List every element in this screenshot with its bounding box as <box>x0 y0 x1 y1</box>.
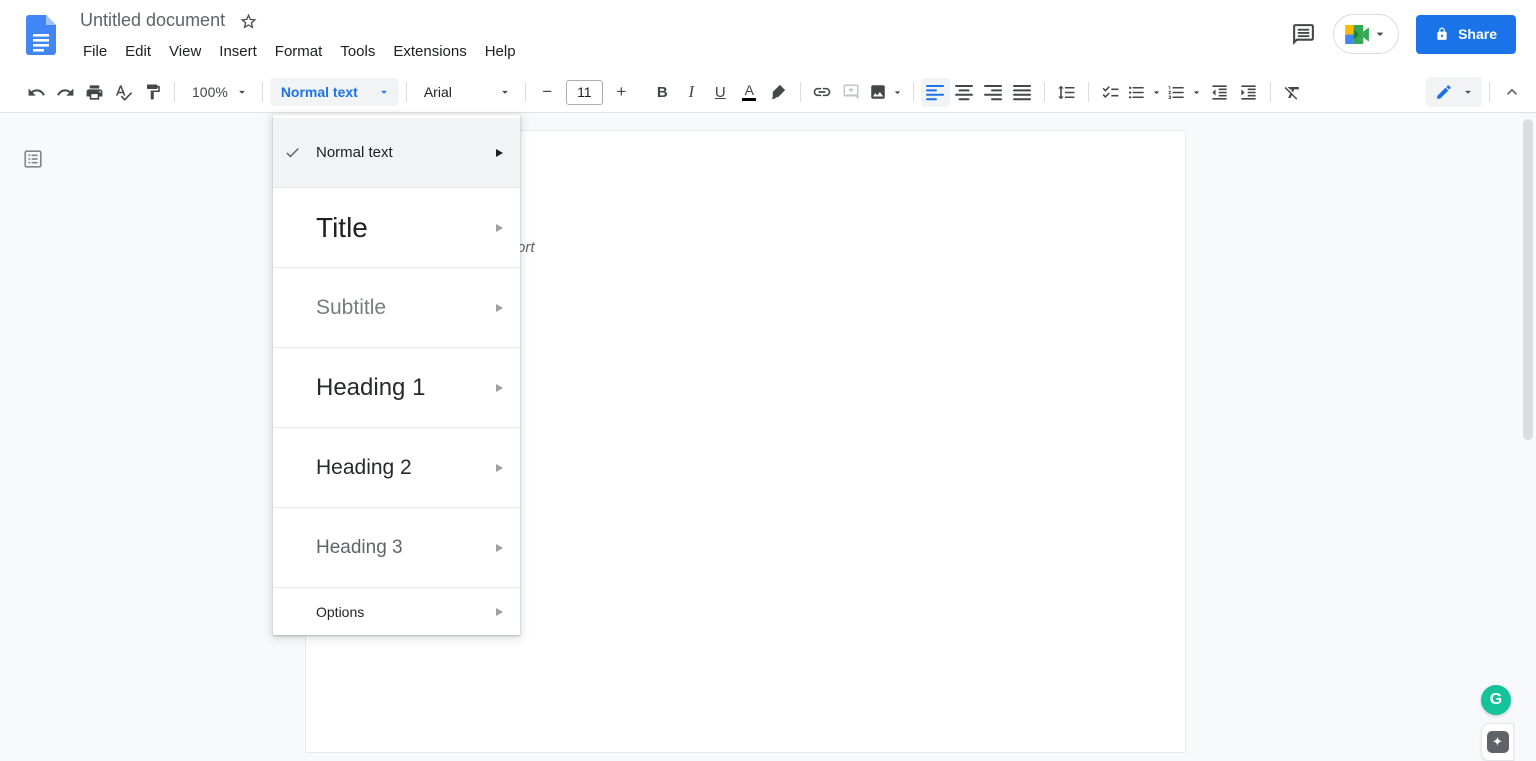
vertical-scrollbar-thumb[interactable] <box>1523 119 1533 440</box>
chevron-down-icon <box>895 90 901 94</box>
styles-menu-item-normal-text[interactable]: Normal text <box>273 118 520 187</box>
menu-file[interactable]: File <box>74 40 116 63</box>
editor-canvas: ort G ✦ Normal text Title Subtitle Headi… <box>0 113 1536 761</box>
clear-formatting-icon[interactable] <box>1278 78 1307 107</box>
decrease-font-size-button[interactable]: − <box>533 78 562 107</box>
paragraph-styles-menu: Normal text Title Subtitle Heading 1 Hea… <box>273 115 520 635</box>
document-title[interactable]: Untitled document <box>80 10 225 31</box>
separator <box>912 82 914 102</box>
align-center-button[interactable] <box>950 78 979 107</box>
menu-bar: File Edit View Insert Format Tools Exten… <box>74 40 525 63</box>
show-outline-icon[interactable] <box>20 146 46 172</box>
styles-menu-item-title[interactable]: Title <box>273 187 520 267</box>
editing-mode-select[interactable] <box>1426 77 1482 107</box>
menu-insert[interactable]: Insert <box>210 40 266 63</box>
styles-menu-item-heading-1[interactable]: Heading 1 <box>273 347 520 427</box>
collapse-toolbar-icon[interactable] <box>1497 78 1526 107</box>
numbered-list-icon[interactable] <box>1165 78 1189 107</box>
styles-menu-item-heading-3[interactable]: Heading 3 <box>273 507 520 587</box>
submenu-arrow-icon <box>496 463 503 472</box>
line-spacing-icon[interactable] <box>1052 78 1081 107</box>
comment-history-icon[interactable] <box>1291 22 1316 47</box>
grammarly-icon[interactable]: G <box>1481 685 1511 715</box>
bulleted-list-icon[interactable] <box>1125 78 1149 107</box>
share-label: Share <box>1458 26 1497 42</box>
spellcheck-icon[interactable] <box>109 78 138 107</box>
assistant-widget[interactable]: ✦ <box>1481 723 1514 761</box>
font-size-input[interactable]: 11 <box>565 79 603 105</box>
lock-icon <box>1435 27 1449 41</box>
submenu-arrow-icon <box>496 148 503 157</box>
meet-button[interactable] <box>1333 14 1400 54</box>
pencil-icon <box>1437 85 1451 99</box>
font-family-select[interactable]: Arial <box>414 78 518 107</box>
separator <box>799 82 801 102</box>
decrease-indent-icon[interactable] <box>1205 78 1234 107</box>
menu-tools[interactable]: Tools <box>331 40 384 63</box>
bold-button[interactable]: B <box>648 78 677 107</box>
format-toolbar: 100% Normal text Arial − 11 + B I U A <box>0 72 1536 113</box>
styles-menu-item-options[interactable]: Options <box>273 587 520 635</box>
chevron-down-icon <box>380 90 387 94</box>
styles-menu-item-heading-2[interactable]: Heading 2 <box>273 427 520 507</box>
bulleted-list-group <box>1125 78 1165 107</box>
chevron-down-icon <box>238 90 245 94</box>
text-color-button[interactable]: A <box>735 78 764 107</box>
check-icon <box>284 144 301 161</box>
separator <box>1489 82 1490 102</box>
separator <box>524 82 526 102</box>
underline-button[interactable]: U <box>706 78 735 107</box>
menu-format[interactable]: Format <box>266 40 332 63</box>
highlight-color-icon[interactable] <box>764 78 793 107</box>
submenu-arrow-icon <box>496 607 503 616</box>
menu-view[interactable]: View <box>160 40 210 63</box>
menu-edit[interactable]: Edit <box>116 40 160 63</box>
separator <box>1043 82 1045 102</box>
bulleted-list-caret[interactable] <box>1149 78 1165 107</box>
chevron-down-icon <box>1372 26 1388 42</box>
align-right-button[interactable] <box>979 78 1008 107</box>
print-icon[interactable] <box>80 78 109 107</box>
submenu-arrow-icon <box>496 383 503 392</box>
zoom-select[interactable]: 100% <box>182 78 255 107</box>
paint-format-icon[interactable] <box>138 78 167 107</box>
separator <box>405 82 407 102</box>
insert-image-icon[interactable] <box>866 78 890 107</box>
separator <box>1087 82 1089 102</box>
chevron-down-icon <box>1154 90 1160 94</box>
checklist-icon[interactable] <box>1096 78 1125 107</box>
increase-indent-icon[interactable] <box>1234 78 1263 107</box>
align-left-button[interactable] <box>920 77 950 107</box>
docs-logo-icon[interactable] <box>26 15 56 55</box>
sparkle-icon: ✦ <box>1486 731 1509 753</box>
chevron-down-icon <box>501 90 508 94</box>
insert-link-icon[interactable] <box>808 78 837 107</box>
share-button[interactable]: Share <box>1416 14 1516 54</box>
submenu-arrow-icon <box>496 223 503 232</box>
separator <box>1269 82 1271 102</box>
menu-extensions[interactable]: Extensions <box>384 40 475 63</box>
menu-help[interactable]: Help <box>476 40 525 63</box>
insert-image-group <box>866 78 906 107</box>
chevron-down-icon <box>1465 90 1471 94</box>
image-options-caret[interactable] <box>890 78 906 107</box>
numbered-list-group <box>1165 78 1205 107</box>
star-icon[interactable] <box>239 12 258 31</box>
add-comment-icon[interactable] <box>837 78 866 107</box>
submenu-arrow-icon <box>496 543 503 552</box>
italic-button[interactable]: I <box>677 78 706 107</box>
submenu-arrow-icon <box>496 303 503 312</box>
paragraph-styles-select[interactable]: Normal text <box>269 78 399 106</box>
separator <box>261 82 263 102</box>
meet-icon <box>1344 24 1370 44</box>
numbered-list-caret[interactable] <box>1189 78 1205 107</box>
align-justify-button[interactable] <box>1008 78 1037 107</box>
chevron-down-icon <box>1194 90 1200 94</box>
undo-icon[interactable] <box>22 78 51 107</box>
styles-menu-item-subtitle[interactable]: Subtitle <box>273 267 520 347</box>
app-header: Untitled document File Edit View Insert … <box>0 0 1536 72</box>
redo-icon[interactable] <box>51 78 80 107</box>
increase-font-size-button[interactable]: + <box>607 78 636 107</box>
separator <box>174 82 175 102</box>
